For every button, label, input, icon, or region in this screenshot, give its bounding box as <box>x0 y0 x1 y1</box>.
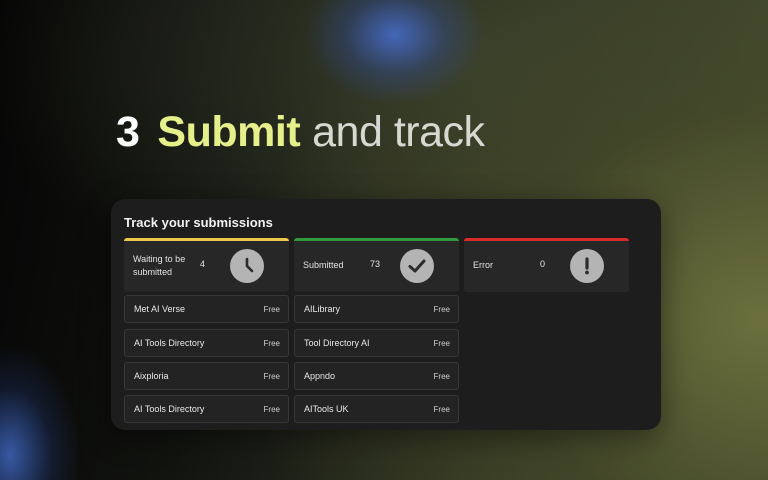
price-tag: Free <box>263 338 280 348</box>
stat-label: Submitted <box>303 260 344 270</box>
panel-title: Track your submissions <box>124 215 273 230</box>
stat-count: 0 <box>540 259 546 269</box>
price-tag: Free <box>433 304 450 314</box>
list-item[interactable]: AI Tools Directory Free <box>124 329 289 357</box>
stat-count: 73 <box>370 259 381 269</box>
status-bar-error <box>464 238 629 241</box>
price-tag: Free <box>263 404 280 414</box>
status-bar-submitted <box>294 238 459 241</box>
headline-accent: Submit <box>157 108 301 156</box>
list-item[interactable]: Met AI Verse Free <box>124 295 289 323</box>
stat-card-waiting[interactable]: Waiting to be submitted 4 <box>124 238 289 292</box>
price-tag: Free <box>263 304 280 314</box>
price-tag: Free <box>433 371 450 381</box>
check-icon <box>400 249 434 283</box>
stat-card-submitted[interactable]: Submitted 73 <box>294 238 459 292</box>
directory-name: Tool Directory AI <box>304 338 370 348</box>
submissions-panel: Track your submissions Waiting to be sub… <box>111 199 661 430</box>
list-item[interactable]: Appndo Free <box>294 362 459 390</box>
directory-name: AI Tools Directory <box>134 338 205 348</box>
status-bar-waiting <box>124 238 289 241</box>
directory-name: Appndo <box>304 371 336 381</box>
directory-name: Aixploria <box>134 371 169 381</box>
exclamation-icon <box>570 249 604 283</box>
headline: 3 Submit and track <box>116 108 485 157</box>
price-tag: Free <box>433 404 450 414</box>
stat-label: Waiting to be submitted <box>133 254 186 277</box>
list-item[interactable]: AI Tools Directory Free <box>124 395 289 423</box>
step-number: 3 <box>116 108 140 156</box>
list-item[interactable]: AITools UK Free <box>294 395 459 423</box>
stat-label: Error <box>473 260 493 270</box>
list-item[interactable]: Aixploria Free <box>124 362 289 390</box>
list-item[interactable]: Tool Directory AI Free <box>294 329 459 357</box>
stat-count: 4 <box>200 259 206 269</box>
directory-name: AI Tools Directory <box>134 404 205 414</box>
headline-rest: and track <box>312 108 485 156</box>
price-tag: Free <box>263 371 280 381</box>
price-tag: Free <box>433 338 450 348</box>
clock-icon <box>230 249 264 283</box>
directory-name: AILibrary <box>304 304 341 314</box>
stat-card-error[interactable]: Error 0 <box>464 238 629 292</box>
list-item[interactable]: AILibrary Free <box>294 295 459 323</box>
directory-name: AITools UK <box>304 404 349 414</box>
directory-name: Met AI Verse <box>134 304 186 314</box>
